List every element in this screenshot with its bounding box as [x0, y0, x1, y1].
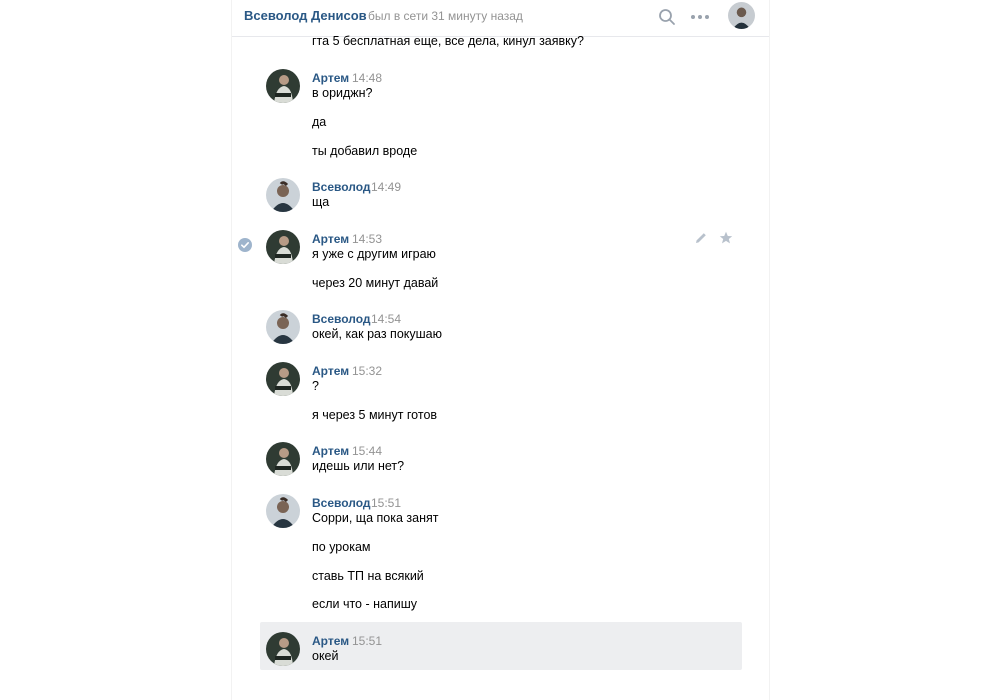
- message-text: через 20 минут давай: [312, 276, 439, 290]
- search-icon[interactable]: [656, 6, 678, 28]
- message-text: по урокам: [312, 540, 371, 554]
- message-time[interactable]: 14:48: [352, 71, 382, 85]
- avatar[interactable]: [266, 362, 300, 396]
- message-time[interactable]: 15:44: [352, 444, 382, 458]
- edit-icon[interactable]: [693, 230, 709, 246]
- avatar[interactable]: [266, 310, 300, 344]
- avatar[interactable]: [266, 442, 300, 476]
- message-text: в ориджн?: [312, 86, 373, 100]
- contact-status: был в сети 31 минуту назад: [368, 9, 523, 23]
- chat-header: Всеволод Денисов был в сети 31 минуту на…: [232, 0, 769, 37]
- message-text: если что - напишу: [312, 597, 417, 611]
- message-text: Сорри, ща пока занят: [312, 511, 439, 525]
- message-text: ставь ТП на всякий: [312, 569, 424, 583]
- message-author[interactable]: Всеволод: [312, 496, 371, 510]
- message-time[interactable]: 15:32: [352, 364, 382, 378]
- avatar[interactable]: [266, 494, 300, 528]
- contact-name[interactable]: Всеволод Денисов: [244, 8, 367, 23]
- message-text: окей, как раз покушаю: [312, 327, 442, 341]
- message-time[interactable]: 15:51: [352, 634, 382, 648]
- message-text: окей: [312, 649, 339, 663]
- message-author[interactable]: Артем: [312, 364, 349, 378]
- message-text: я уже с другим играю: [312, 247, 436, 261]
- star-icon[interactable]: [718, 230, 734, 246]
- message-text: гта 5 бесплатная еще, все дела, кинул за…: [312, 34, 584, 48]
- message-author[interactable]: Артем: [312, 444, 349, 458]
- chat-panel: Всеволод Денисов был в сети 31 минуту на…: [231, 0, 770, 700]
- more-icon[interactable]: [689, 6, 711, 28]
- avatar[interactable]: [266, 69, 300, 103]
- avatar[interactable]: [266, 178, 300, 212]
- message-text: ты добавил вроде: [312, 144, 418, 158]
- message-author[interactable]: Всеволод: [312, 180, 371, 194]
- message-author[interactable]: Всеволод: [312, 312, 371, 326]
- message-author[interactable]: Артем: [312, 71, 349, 85]
- avatar[interactable]: [266, 632, 300, 666]
- checkmark-icon[interactable]: [238, 238, 252, 252]
- message-author[interactable]: Артем: [312, 634, 349, 648]
- message-time[interactable]: 14:49: [371, 180, 401, 194]
- message-text: ?: [312, 379, 319, 393]
- message-text: идешь или нет?: [312, 459, 405, 473]
- message-time[interactable]: 15:51: [371, 496, 401, 510]
- message-text: ща: [312, 195, 330, 209]
- message-text: я через 5 минут готов: [312, 408, 438, 422]
- avatar[interactable]: [728, 2, 755, 29]
- message-time[interactable]: 14:53: [352, 232, 382, 246]
- avatar[interactable]: [266, 230, 300, 264]
- message-author[interactable]: Артем: [312, 232, 349, 246]
- message-time[interactable]: 14:54: [371, 312, 401, 326]
- message-text: да: [312, 115, 327, 129]
